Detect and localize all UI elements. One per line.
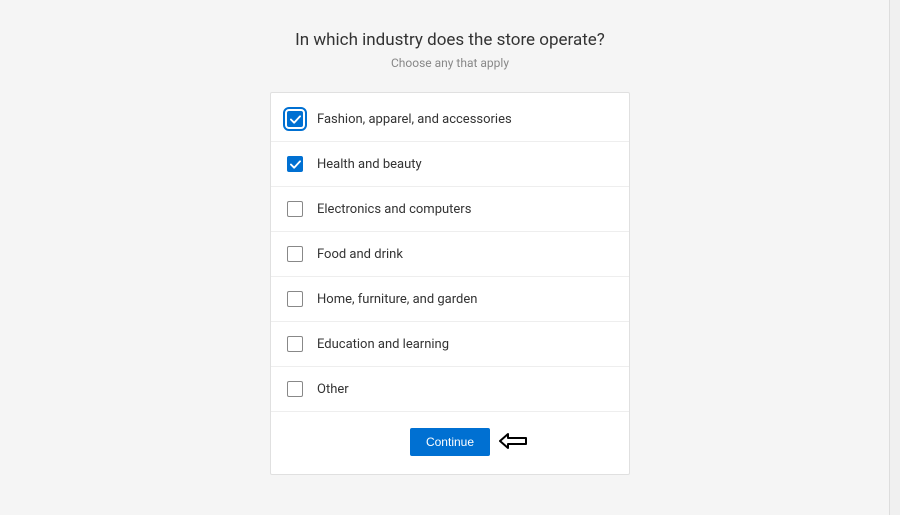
page-title: In which industry does the store operate… bbox=[295, 30, 605, 50]
option-label: Food and drink bbox=[317, 247, 403, 262]
option-label: Electronics and computers bbox=[317, 202, 471, 217]
page-subtitle: Choose any that apply bbox=[391, 56, 509, 70]
checkbox-icon[interactable] bbox=[287, 156, 303, 172]
checkbox-icon[interactable] bbox=[287, 381, 303, 397]
option-label: Health and beauty bbox=[317, 157, 422, 172]
checkbox-icon[interactable] bbox=[287, 201, 303, 217]
option-food[interactable]: Food and drink bbox=[271, 232, 629, 277]
option-health[interactable]: Health and beauty bbox=[271, 142, 629, 187]
industry-options-card: Fashion, apparel, and accessories Health… bbox=[270, 92, 630, 475]
option-label: Fashion, apparel, and accessories bbox=[317, 112, 512, 127]
continue-button[interactable]: Continue bbox=[410, 428, 490, 456]
option-fashion[interactable]: Fashion, apparel, and accessories bbox=[271, 93, 629, 142]
scrollbar-track[interactable] bbox=[890, 0, 900, 515]
checkbox-icon[interactable] bbox=[287, 336, 303, 352]
arrow-left-icon bbox=[498, 432, 528, 454]
option-other[interactable]: Other bbox=[271, 367, 629, 412]
button-row: Continue bbox=[271, 412, 629, 474]
checkbox-icon[interactable] bbox=[287, 246, 303, 262]
option-label: Home, furniture, and garden bbox=[317, 292, 477, 307]
option-label: Education and learning bbox=[317, 337, 449, 352]
checkbox-icon[interactable] bbox=[287, 111, 303, 127]
option-home[interactable]: Home, furniture, and garden bbox=[271, 277, 629, 322]
onboarding-industry-step: In which industry does the store operate… bbox=[0, 0, 900, 475]
checkbox-icon[interactable] bbox=[287, 291, 303, 307]
option-label: Other bbox=[317, 382, 349, 397]
option-electronics[interactable]: Electronics and computers bbox=[271, 187, 629, 232]
option-education[interactable]: Education and learning bbox=[271, 322, 629, 367]
